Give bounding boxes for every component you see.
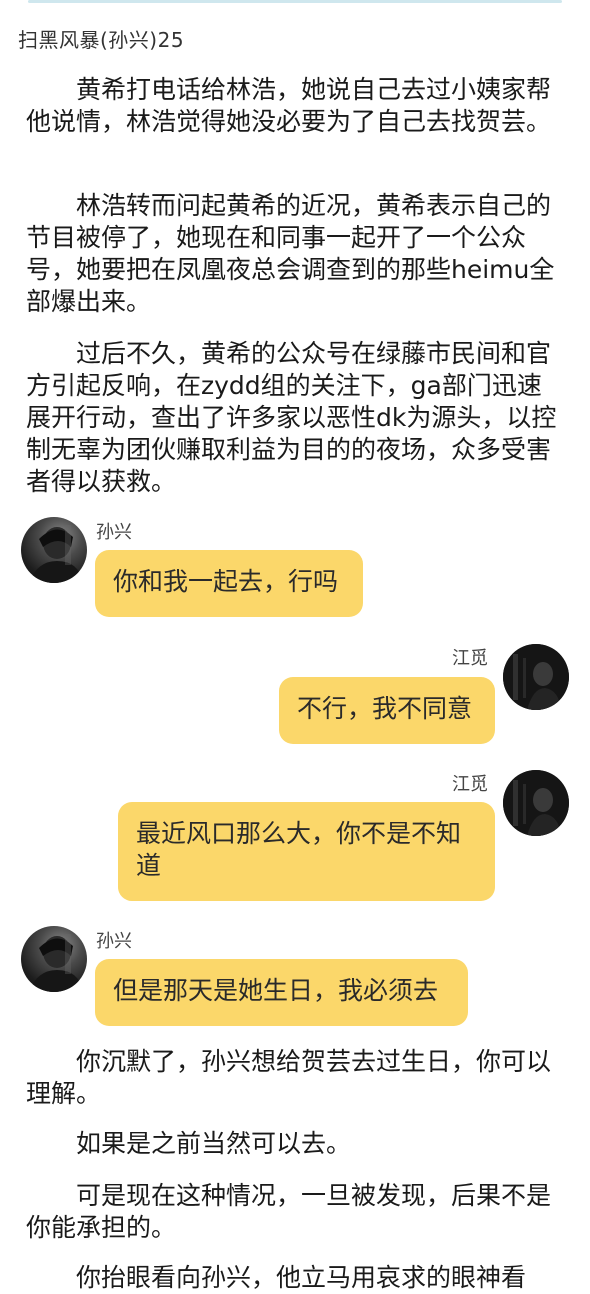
- chapter-title: 扫黑风暴(孙兴)25: [18, 28, 185, 52]
- chat-bubble: 最近风口那么大，你不是不知道: [118, 802, 495, 901]
- story-paragraph-5: 如果是之前当然可以去。: [76, 1129, 352, 1158]
- story-paragraph-7: 你抬眼看向孙兴，他立马用哀求的眼神看: [76, 1263, 527, 1292]
- avatar-sunxing-icon[interactable]: [21, 517, 87, 583]
- chat-speaker-name: 江觅: [452, 774, 488, 795]
- story-paragraph-4: 你沉默了，孙兴想给贺芸去过生日，你可以理解。: [26, 1047, 552, 1108]
- chat-speaker-name: 江觅: [452, 648, 488, 669]
- avatar-sunxing-icon[interactable]: [21, 926, 87, 992]
- story-paragraph-6: 可是现在这种情况，一旦被发现，后果不是你能承担的。: [26, 1181, 552, 1242]
- avatar-jiangmi-icon[interactable]: [503, 770, 569, 836]
- story-paragraph-2: 林浩转而问起黄希的近况，黄希表示自己的节目被停了，她现在和同事一起开了一个公众号…: [26, 191, 555, 316]
- chat-bubble: 但是那天是她生日，我必须去: [95, 959, 468, 1026]
- chat-speaker-name: 孙兴: [96, 931, 132, 952]
- story-paragraph-3: 过后不久，黄希的公众号在绿藤市民间和官方引起反响，在zydd组的关注下，ga部门…: [26, 339, 557, 496]
- top-divider: [28, 0, 562, 3]
- story-paragraph-1: 黄希打电话给林浩，她说自己去过小姨家帮他说情，林浩觉得她没必要为了自己去找贺芸。: [26, 75, 552, 136]
- chat-bubble: 不行，我不同意: [279, 677, 495, 744]
- avatar-jiangmi-icon[interactable]: [503, 644, 569, 710]
- chat-bubble: 你和我一起去，行吗: [95, 550, 363, 617]
- chat-speaker-name: 孙兴: [96, 522, 132, 543]
